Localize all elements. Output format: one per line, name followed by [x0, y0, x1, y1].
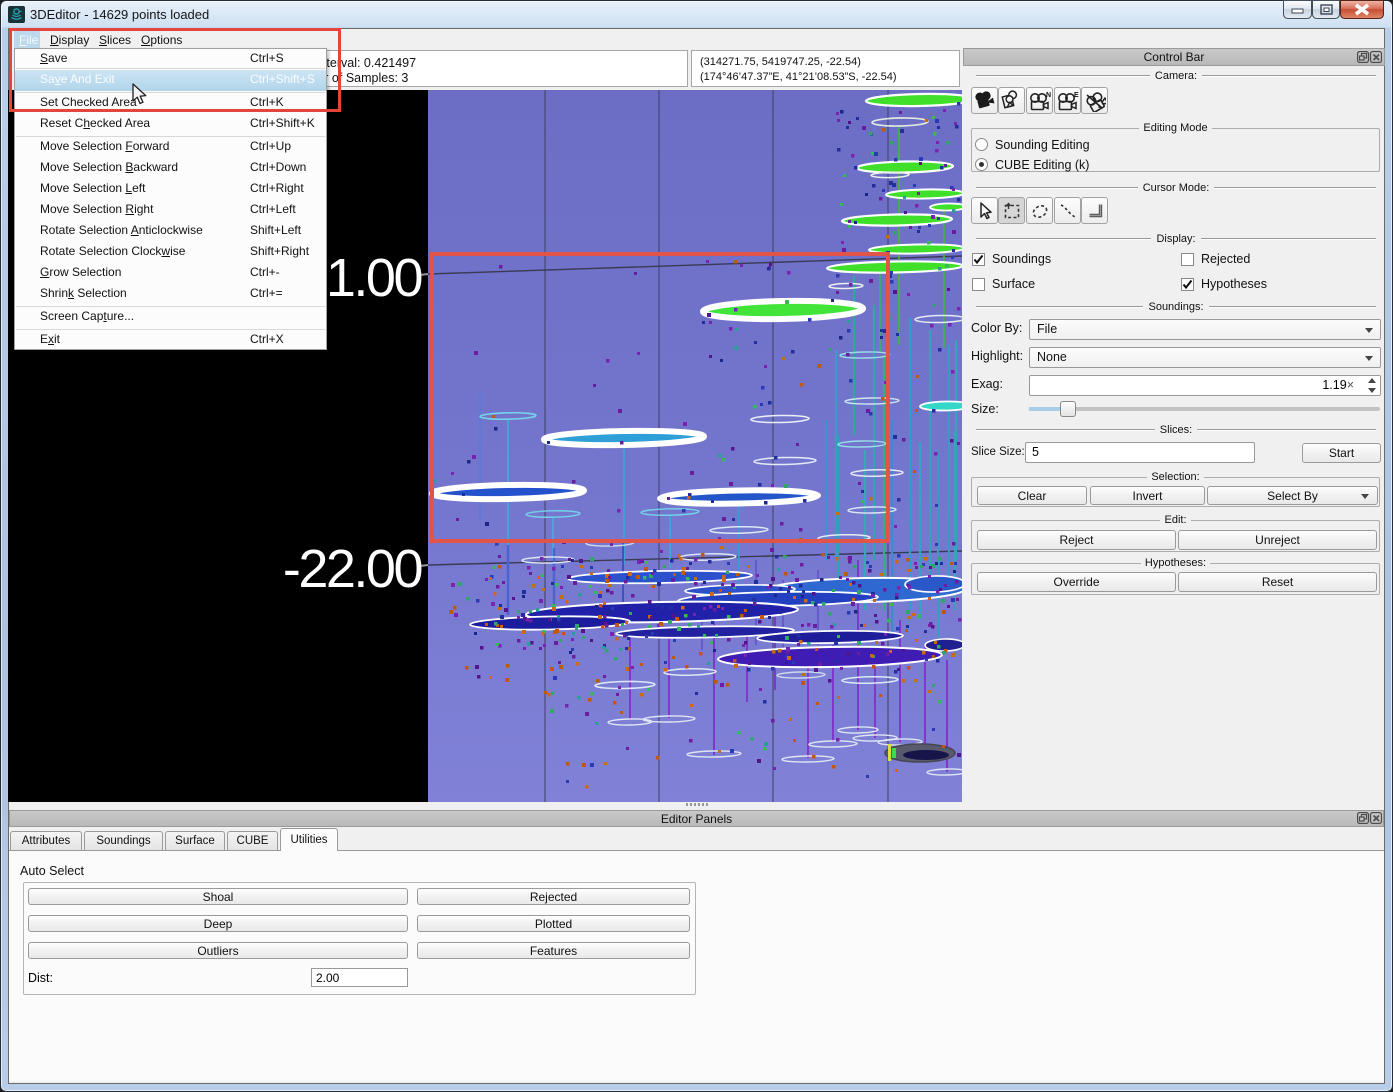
svg-text:E: E — [1074, 92, 1079, 99]
svg-text:N: N — [1046, 92, 1051, 99]
